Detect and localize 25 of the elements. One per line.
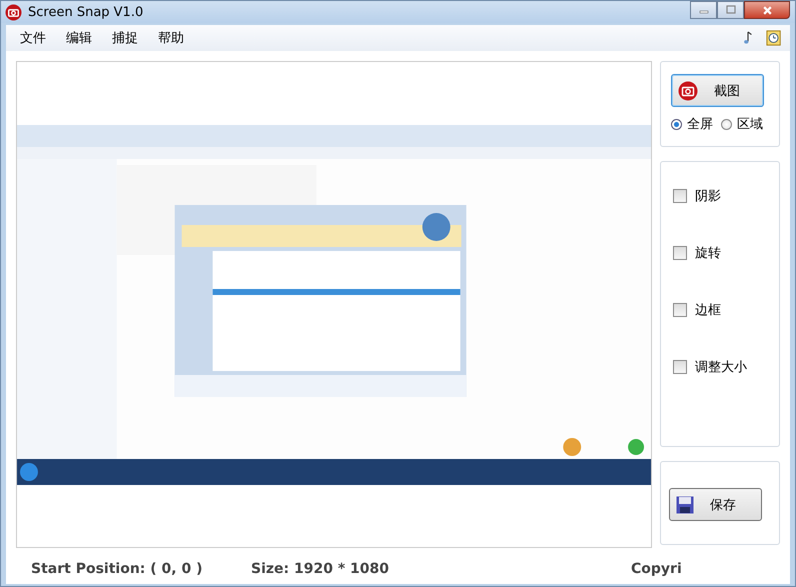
save-button[interactable]: 保存 bbox=[669, 488, 762, 521]
minimize-button[interactable] bbox=[690, 1, 717, 19]
camera-icon bbox=[5, 4, 22, 20]
maximize-button[interactable] bbox=[717, 1, 744, 19]
menu-item[interactable]: 编辑 bbox=[60, 29, 102, 47]
status-text: Size: 1920 * 1080 bbox=[251, 561, 390, 577]
checkbox-option[interactable]: 调整大小 bbox=[673, 359, 767, 375]
menu-item[interactable]: 帮助 bbox=[152, 29, 194, 47]
radio-option[interactable]: 区域 bbox=[721, 115, 763, 133]
capture-button[interactable]: 截图 bbox=[671, 74, 764, 107]
status-text: Copyri bbox=[631, 561, 682, 577]
menu-item[interactable]: 文件 bbox=[14, 29, 56, 47]
camera-icon bbox=[678, 80, 698, 100]
close-icon bbox=[762, 4, 772, 16]
maximize-icon bbox=[726, 5, 736, 15]
music-note-icon[interactable] bbox=[742, 30, 754, 46]
radio-option[interactable]: 全屏 bbox=[671, 115, 713, 133]
checkbox-option[interactable]: 旋转 bbox=[673, 245, 767, 261]
checkbox-option[interactable]: 边框 bbox=[673, 302, 767, 318]
window-title: Screen Snap V1.0 bbox=[28, 4, 144, 20]
clock-icon[interactable] bbox=[766, 30, 782, 46]
checkbox-option[interactable]: 阴影 bbox=[673, 188, 767, 204]
close-button[interactable] bbox=[744, 1, 790, 19]
status-text: Start Position: ( 0, 0 ) bbox=[31, 561, 204, 577]
menu-item[interactable]: 捕捉 bbox=[106, 29, 148, 47]
